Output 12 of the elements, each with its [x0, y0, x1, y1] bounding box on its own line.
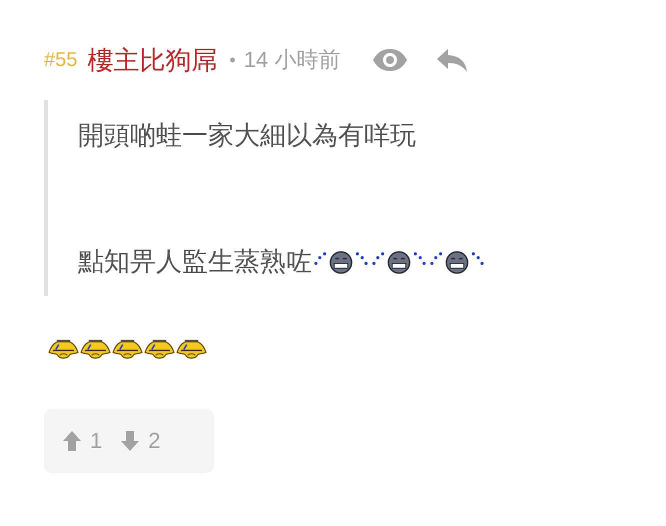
quote-text: 點知畀人監生蒸熟咗: [78, 244, 312, 278]
arrow-down-icon: [120, 430, 140, 452]
quote-text: 開頭啲蛙一家大細以為有咩玩: [78, 118, 416, 152]
author-name[interactable]: 樓主比狗屌: [87, 42, 218, 78]
upvote-button[interactable]: 1: [62, 428, 102, 454]
reply-icon[interactable]: [436, 47, 468, 73]
eye-icon[interactable]: [372, 48, 408, 72]
arrow-up-icon: [62, 430, 82, 452]
post-number: #55: [44, 48, 78, 72]
downvote-button[interactable]: 2: [120, 428, 160, 454]
separator-dot: •: [229, 50, 236, 70]
post-time: 14 小時前: [244, 46, 340, 74]
